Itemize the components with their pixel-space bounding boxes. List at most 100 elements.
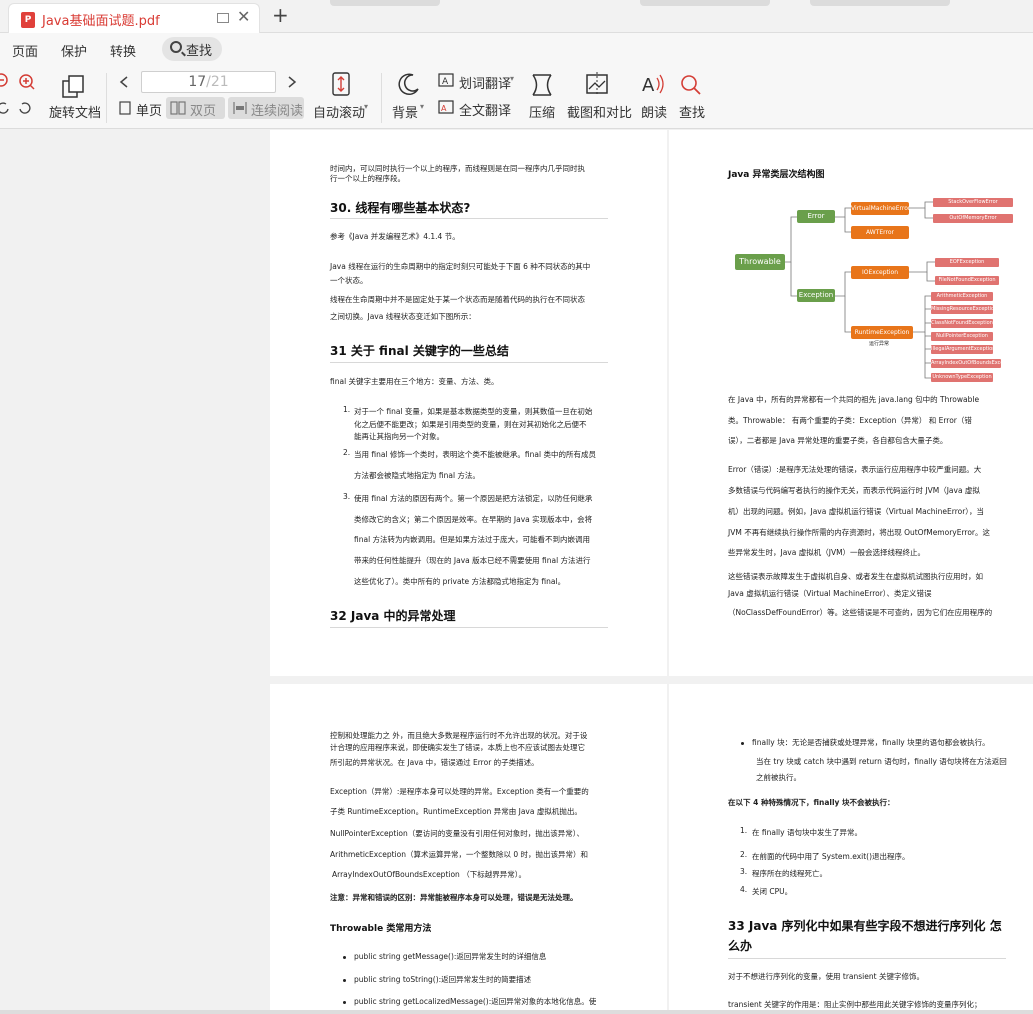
document-tab[interactable]: P Java基础面试题.pdf ✕	[8, 3, 260, 33]
compress-button[interactable]: 压缩	[529, 102, 555, 121]
compress-icon[interactable]	[530, 73, 554, 97]
word-translate-icon: A	[438, 73, 454, 87]
list-item: 方法都会被隐式地指定为 final 方法。	[354, 471, 480, 480]
background-tab[interactable]	[640, 0, 770, 6]
restore-icon[interactable]	[217, 13, 229, 23]
paragraph-line: 参考《Java 并发编程艺术》4.1.4 节。	[330, 232, 460, 241]
paragraph-line: 子类 RuntimeException。RuntimeException 异常由…	[330, 807, 582, 816]
unknown-type-node: UnknownTypeException	[931, 373, 993, 382]
background-tab[interactable]	[810, 0, 950, 6]
pdf-page: 控制和处理能力之 外，而且绝大多数是程序运行时不允许出现的状况。对于设 计合理的…	[270, 684, 667, 1014]
bullet	[741, 742, 744, 745]
null-pointer-node: NullPointerException	[931, 332, 993, 341]
awt-node: AWTError	[851, 226, 909, 239]
paragraph-line: Java 虚拟机运行错误（Virtual MachineError）、类定义错误	[728, 589, 932, 598]
rotate-left-icon[interactable]	[0, 101, 10, 115]
list-item: 当在 try 块或 catch 块中遇到 return 语句时，finally …	[756, 757, 1007, 766]
paragraph-line: 这些错误表示故障发生于虚拟机自身、或者发生在虚拟机试图执行应用时，如	[728, 572, 983, 581]
chevron-down-icon[interactable]: ▾	[420, 102, 424, 111]
runtime-exception-note: 运行异常	[869, 341, 890, 347]
error-node: Error	[797, 210, 835, 223]
chevron-down-icon[interactable]: ▾	[364, 102, 368, 111]
bullet	[343, 956, 346, 959]
paragraph-line: 计合理的应用程序来说，即使确实发生了错误，本质上也不应该试图去处理它	[330, 743, 585, 752]
diagram-title: Java 异常类层次结构图	[728, 170, 825, 180]
bullet	[343, 1001, 346, 1004]
screenshot-compare-icon[interactable]	[584, 71, 610, 97]
stackoverflow-node: StackOverFlowError	[933, 198, 1013, 207]
menu-page[interactable]: 页面	[12, 41, 38, 60]
svg-text:A: A	[642, 75, 655, 96]
list-number: 1.	[343, 405, 351, 414]
screenshot-compare-button[interactable]: 截图和对比	[567, 102, 632, 121]
list-item: public string getLocalizedMessage():返回异常…	[354, 997, 597, 1006]
total-pages: /21	[206, 74, 229, 90]
list-item: 关闭 CPU。	[752, 887, 793, 896]
rotate-document-button[interactable]: 旋转文档	[49, 102, 101, 121]
auto-scroll-button[interactable]: 自动滚动	[313, 102, 365, 121]
next-page-icon[interactable]	[286, 75, 298, 89]
new-tab-button[interactable]: +	[272, 3, 289, 27]
menu-search-label: 查找	[186, 44, 213, 59]
read-aloud-icon[interactable]: A	[640, 71, 666, 97]
continuous-read-icon	[233, 102, 247, 114]
single-page-button[interactable]: 单页	[136, 100, 162, 119]
menu-convert[interactable]: 转换	[110, 41, 136, 60]
rotate-right-icon[interactable]	[18, 101, 32, 115]
continuous-read-label: 连续阅读	[251, 104, 304, 119]
menu-bar: 页面 保护 转换	[0, 33, 1033, 65]
heading-rule	[330, 218, 608, 219]
list-number: 2.	[740, 850, 748, 859]
menu-protect[interactable]: 保护	[61, 41, 87, 60]
find-icon[interactable]	[679, 73, 703, 97]
read-aloud-button[interactable]: 朗读	[641, 102, 667, 121]
list-item: public string toString():返回异常发生时的简要描述	[354, 975, 532, 984]
list-item: 带来的任何性能提升（现在的 Java 版本已经不需要使用 final 方法进行	[354, 556, 591, 565]
paragraph-line: Error（错误）:是程序无法处理的错误，表示运行应用程序中较严重问题。大	[728, 465, 982, 474]
close-icon[interactable]: ✕	[237, 7, 250, 26]
background-tab[interactable]	[330, 0, 440, 6]
paragraph-line: NullPointerException（要访问的变量没有引用任何对象时，抛出该…	[330, 829, 585, 838]
class-not-found-node: ClassNotFoundException	[931, 319, 993, 328]
title-bar: P Java基础面试题.pdf ✕ +	[0, 0, 1033, 33]
pdf-page: 时间内，可以同时执行一个以上的程序，而线程则是在同一程序内几乎同时执 行一个以上…	[270, 130, 667, 676]
double-page-label: 双页	[190, 104, 217, 119]
full-translate-button[interactable]: 全文翻译	[459, 100, 511, 119]
list-item: 类修改它的含义；第二个原因是效率。在早期的 Java 实现版本中，会将	[354, 515, 593, 524]
list-item: finally 块：无论是否捕获或处理异常，finally 块里的语句都会被执行…	[752, 738, 990, 747]
horizontal-scrollbar[interactable]	[0, 1010, 1033, 1014]
list-number: 3.	[740, 867, 748, 876]
zoom-out-icon[interactable]	[0, 73, 10, 89]
menu-search-button[interactable]: 查找	[162, 37, 222, 61]
moon-icon[interactable]	[396, 71, 422, 97]
svg-text:A: A	[442, 77, 449, 87]
paragraph-line: JVM 不再有继续执行操作所需的内存资源时，将出现 OutOfMemoryErr…	[728, 528, 991, 537]
paragraph-line: ArithmeticException（算术运算异常，一个整数除以 0 时，抛出…	[330, 850, 589, 859]
toolbar-divider	[381, 73, 382, 123]
arithmetic-node: ArithmeticException	[931, 292, 993, 301]
pdf-page: Java 异常类层次结构图 Throwable Error Exception …	[669, 130, 1033, 676]
word-translate-button[interactable]: 划词翻译	[459, 73, 511, 92]
toolbar-divider	[106, 73, 107, 123]
paragraph-line: 对于不想进行序列化的变量，使用 transient 关键字修饰。	[728, 972, 924, 981]
background-button[interactable]: 背景	[392, 102, 418, 121]
list-item: 当用 final 修饰一个类时，表明这个类不能被继承。final 类中的所有成员	[354, 450, 596, 459]
prev-page-icon[interactable]	[118, 75, 130, 89]
paragraph-line: final 关键字主要用在三个地方：变量、方法、类。	[330, 377, 499, 386]
list-number: 4.	[740, 885, 748, 894]
paragraph-line: 所引起的异常状况。在 Java 中，错误通过 Error 的子类描述。	[330, 758, 539, 767]
zoom-in-icon[interactable]	[18, 73, 36, 91]
paragraph-line: 机）出现的问题。例如，Java 虚拟机运行错误（Virtual MachineE…	[728, 507, 985, 516]
fnf-node: FileNotFoundException	[935, 276, 999, 285]
paragraph-line: 在以下 4 种特殊情况下，finally 块不会被执行：	[728, 798, 895, 807]
chevron-down-icon[interactable]: ▾	[510, 74, 514, 83]
svg-text:A: A	[441, 104, 447, 113]
paragraph-line: Exception（异常）:是程序本身可以处理的异常。Exception 类有一…	[330, 787, 589, 796]
paragraph-line: 多数错误与代码编写者执行的操作无关，而表示代码运行时 JVM（Java 虚拟	[728, 486, 980, 495]
auto-scroll-icon[interactable]	[330, 71, 352, 97]
page-number-input[interactable]: 17/21	[141, 71, 276, 93]
paragraph-line: 一个状态。	[330, 276, 368, 285]
toolbar: 旋转文档 17/21 单页 双页 连续阅读 自动滚动 ▾ 背景 ▾ A 划词翻译…	[0, 65, 1033, 129]
rotate-document-icon[interactable]	[60, 73, 86, 99]
find-button[interactable]: 查找	[679, 102, 705, 121]
